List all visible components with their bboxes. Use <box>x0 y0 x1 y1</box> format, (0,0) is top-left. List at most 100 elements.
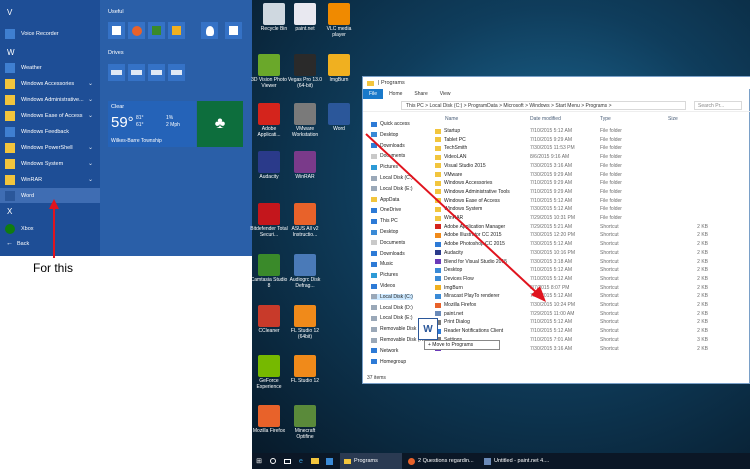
start-item-voice-recorder[interactable]: Voice Recorder <box>0 26 100 41</box>
start-item-windows-feedback[interactable]: Windows Feedback <box>0 124 100 139</box>
tile-drive-3[interactable] <box>148 64 165 81</box>
explorer-taskbar-button[interactable] <box>308 453 322 469</box>
column-date[interactable]: Date modified <box>530 116 561 122</box>
start-menu: V W X Voice Recorder Weather Windows Acc… <box>0 0 252 256</box>
file-type: File folder <box>600 162 622 169</box>
start-item-winrar[interactable]: WinRAR ⌄ <box>0 172 100 187</box>
taskbar-item-firefox[interactable]: 2 Questions regardin... <box>404 453 478 469</box>
tab-share[interactable]: Share <box>408 91 433 97</box>
nav-item-icon <box>371 337 377 343</box>
desktop-icon[interactable]: Adobe Applicati... <box>250 103 288 138</box>
desktop-icon[interactable]: Audiogrc Disk Defrag... <box>286 254 324 289</box>
nav-item[interactable]: Network <box>371 348 398 354</box>
app-icon <box>328 3 350 25</box>
tile-drive-1[interactable] <box>108 64 125 81</box>
app-icon <box>328 103 350 125</box>
file-type: Shortcut <box>600 275 619 282</box>
desktop-icon-label: Audacity <box>259 174 279 180</box>
weather-tile[interactable]: Clear 59° 81° 61° 1% 2 Mph Wilkes-Barre … <box>108 101 196 147</box>
start-item-label: Word <box>21 192 35 199</box>
desktop-icon[interactable]: Bitdefender Total Securi... <box>250 203 288 238</box>
start-item-windows-administrative[interactable]: Windows Administrative... ⌄ <box>0 92 100 107</box>
tile-app-1[interactable] <box>108 22 125 39</box>
desktop-icon[interactable]: ImgBurn <box>320 54 358 83</box>
desktop-icon[interactable]: Word <box>320 103 358 132</box>
desktop-icon[interactable]: CCleaner <box>250 305 288 334</box>
edge-button[interactable]: e <box>294 453 308 469</box>
desktop-icon[interactable]: Camtasia Studio 8 <box>250 254 288 289</box>
solitaire-tile[interactable]: ♣ <box>197 101 243 147</box>
drag-tooltip: + Move to Programs <box>424 340 500 350</box>
store-button[interactable] <box>322 453 336 469</box>
nav-item[interactable]: Homegroup <box>371 359 406 365</box>
desktop-icon[interactable]: WinRAR <box>286 151 324 180</box>
drive-icon <box>131 70 142 75</box>
desktop-icon[interactable]: GeForce Experience <box>250 355 288 390</box>
tile-app-3[interactable] <box>148 22 165 39</box>
desktop-icon[interactable]: VMware Workstation <box>286 103 324 138</box>
column-size[interactable]: Size <box>668 116 678 122</box>
app-icon <box>172 26 181 35</box>
chevron-down-icon: ⌄ <box>87 145 93 151</box>
letter-header-x[interactable]: X <box>7 207 12 216</box>
folder-icon <box>344 458 351 464</box>
app-icon <box>229 26 238 35</box>
weather-wind: 2 Mph <box>166 122 180 128</box>
desktop-icon[interactable]: paint.net <box>286 3 324 32</box>
desktop-icon[interactable]: VLC media player <box>320 3 358 38</box>
desktop-icon[interactable]: ASUS All v2 Instructio... <box>286 203 324 238</box>
app-icon <box>294 103 316 125</box>
start-button[interactable]: ⊞ <box>252 453 266 469</box>
nav-item[interactable]: Local Disk (E:) <box>371 315 413 321</box>
tab-home[interactable]: Home <box>383 91 408 97</box>
column-type[interactable]: Type <box>600 116 611 122</box>
tile-lightbulb[interactable] <box>201 22 218 39</box>
desktop-icon[interactable]: Mozilla Firefox <box>250 405 288 434</box>
desktop-icon[interactable]: FL Studio 12 <box>286 355 324 384</box>
search-input[interactable]: Search Pr... <box>694 101 742 110</box>
desktop-icon[interactable]: 3D Vision Photo Viewer <box>250 54 288 89</box>
desktop-icon-label: Bitdefender Total Securi... <box>250 226 288 238</box>
start-item-windows-ease-of-access[interactable]: Windows Ease of Access ⌄ <box>0 108 100 123</box>
start-item-windows-accessories[interactable]: Windows Accessories ⌄ <box>0 76 100 91</box>
tab-view[interactable]: View <box>434 91 457 97</box>
nav-item-icon <box>371 326 377 332</box>
search-button[interactable] <box>266 453 280 469</box>
nav-item[interactable]: Quick access <box>371 121 410 127</box>
file-row[interactable]: Print Dialog 7/10/2015 5:12 AM Shortcut 2 K… <box>435 318 745 326</box>
tile-app-4[interactable] <box>168 22 185 39</box>
tab-file[interactable]: File <box>363 89 384 99</box>
tile-firefox[interactable] <box>128 22 145 39</box>
tile-app-6[interactable] <box>225 22 242 39</box>
tile-drive-4[interactable] <box>168 64 185 81</box>
tile-group-drives[interactable]: Drives <box>108 50 124 56</box>
address-bar[interactable]: This PC > Local Disk (C:) > ProgramData … <box>401 101 686 110</box>
start-item-windows-system[interactable]: Windows System ⌄ <box>0 156 100 171</box>
file-row[interactable]: Reader Notifications Client 7/10/2015 5:1… <box>435 327 745 335</box>
tile-group-useful[interactable]: Useful <box>108 9 124 15</box>
file-row[interactable]: paint.net 7/29/2015 11:00 AM Shortcut 2 KB <box>435 310 745 318</box>
start-item-windows-powershell[interactable]: Windows PowerShell ⌄ <box>0 140 100 155</box>
folder-icon <box>5 110 15 121</box>
app-icon <box>258 405 280 427</box>
app-icon <box>258 151 280 173</box>
app-icon <box>258 254 280 276</box>
task-view-button[interactable] <box>280 453 294 469</box>
taskbar-item-paintnet[interactable]: Untitled - paint.net 4.... <box>480 453 556 469</box>
nav-item-icon <box>371 121 377 127</box>
nav-item[interactable]: Removable Disk <box>371 326 416 332</box>
column-name[interactable]: Name <box>445 116 458 122</box>
desktop-icon[interactable]: FL Studio 12 (64bit) <box>286 305 324 340</box>
letter-header-w[interactable]: W <box>7 48 15 57</box>
file-type: Shortcut <box>600 319 619 326</box>
letter-header-v[interactable]: V <box>7 8 12 17</box>
desktop-icon[interactable]: Audacity <box>250 151 288 180</box>
tile-drive-2[interactable] <box>128 64 145 81</box>
desktop-icon[interactable]: Vegas Pro 13.0 (64-bit) <box>286 54 324 89</box>
taskbar-item-programs[interactable]: Programs <box>340 453 402 469</box>
desktop-icon-label: Word <box>333 126 345 132</box>
desktop-icon[interactable]: Minecraft Optifine <box>286 405 324 440</box>
chevron-down-icon: ⌄ <box>87 81 93 87</box>
file-type: Shortcut <box>600 328 619 335</box>
start-item-weather[interactable]: Weather <box>0 60 100 75</box>
